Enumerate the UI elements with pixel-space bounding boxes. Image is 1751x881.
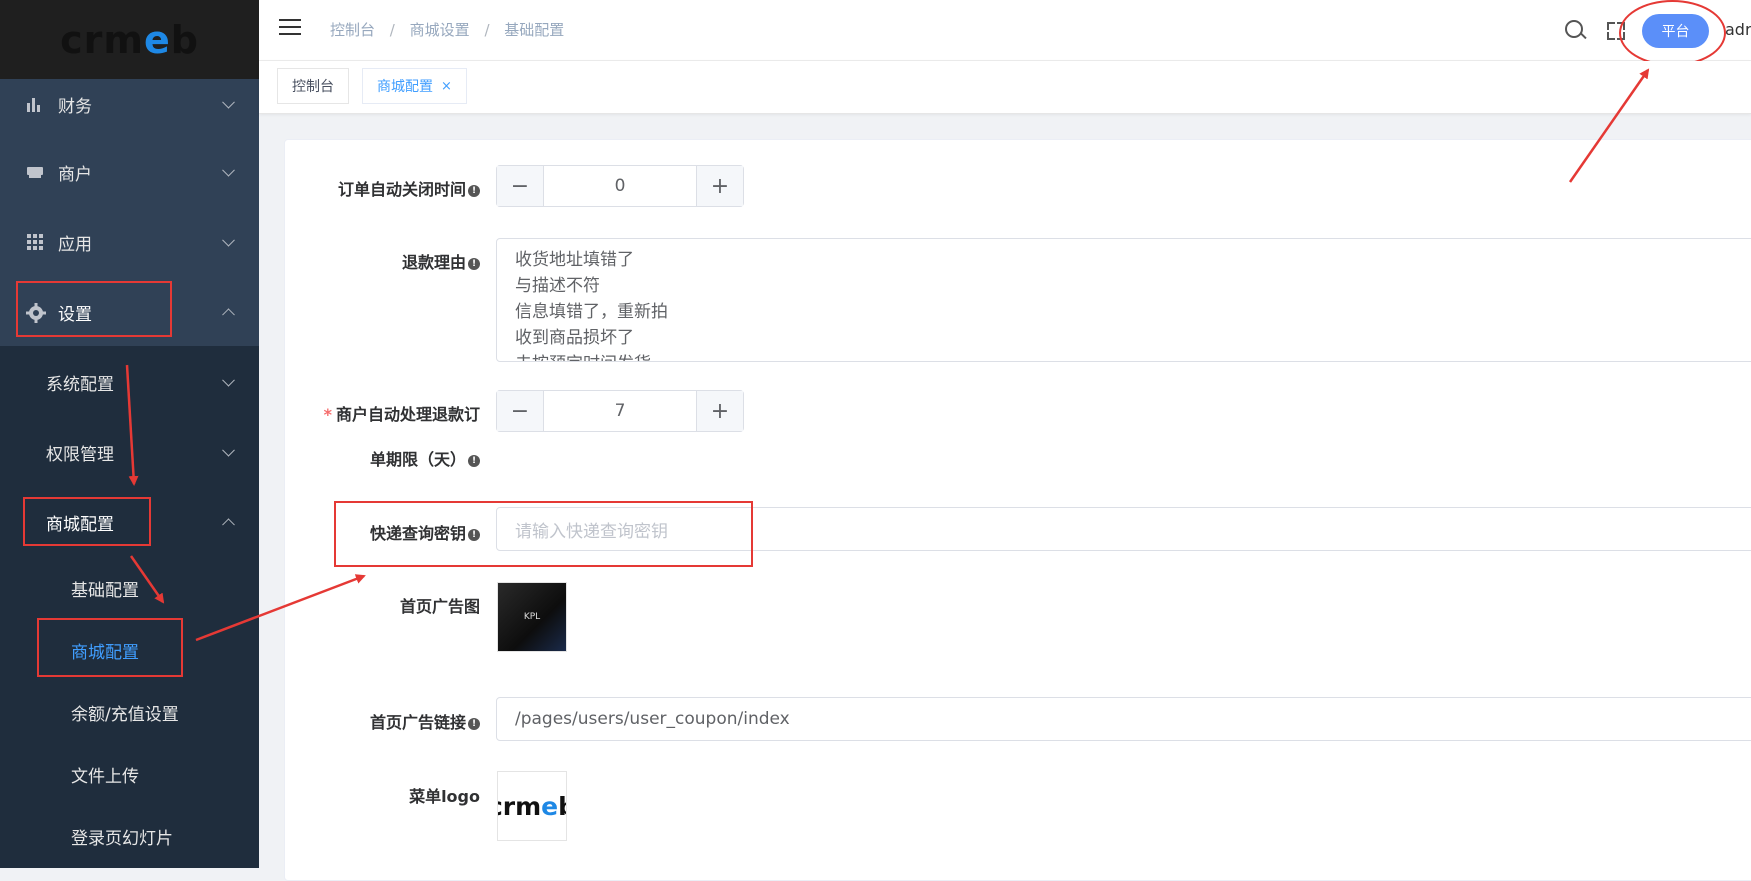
sidebar-sub-permissions[interactable]: 权限管理 bbox=[0, 421, 259, 483]
tabs-bar: 控制台 商城配置 × bbox=[259, 61, 1751, 114]
minus-button[interactable]: − bbox=[497, 166, 544, 206]
sidebar: crmeb 财务 商户 应用 设置 系统配置 权限管理 商城配置 基础配置 商城… bbox=[0, 0, 259, 868]
stepper-value[interactable]: 0 bbox=[544, 166, 696, 206]
sidebar-sub2-login-slides[interactable]: 登录页幻灯片 bbox=[0, 805, 259, 867]
info-icon[interactable]: ! bbox=[468, 257, 480, 270]
brand-logo[interactable]: crmeb bbox=[0, 0, 259, 79]
form-label-home-ad-image: 首页广告图 bbox=[399, 597, 480, 616]
bar-chart-icon bbox=[26, 95, 44, 113]
breadcrumb-item[interactable]: 控制台 bbox=[330, 21, 375, 39]
plus-button[interactable]: + bbox=[696, 166, 743, 206]
breadcrumb: 控制台 / 商城设置 / 基础配置 bbox=[330, 21, 565, 39]
annotation-box bbox=[23, 497, 151, 546]
sidebar-item-finance[interactable]: 财务 bbox=[0, 69, 259, 139]
form-label-refund-reason: 退款理由! bbox=[300, 249, 480, 273]
stepper-value[interactable]: 7 bbox=[544, 391, 696, 431]
chevron-down-icon bbox=[222, 443, 235, 457]
chevron-down-icon bbox=[222, 95, 235, 109]
chevron-down-icon bbox=[222, 233, 235, 247]
tab-mall-config[interactable]: 商城配置 × bbox=[362, 68, 467, 104]
order-close-stepper[interactable]: − 0 + bbox=[496, 165, 744, 207]
home-ad-link-input[interactable]: /pages/users/user_coupon/index bbox=[496, 697, 1751, 741]
info-icon[interactable]: ! bbox=[468, 184, 480, 197]
annotation-box bbox=[16, 281, 172, 337]
sidebar-item-label: 应用 bbox=[58, 234, 92, 255]
refund-reason-textarea[interactable]: 收货地址填错了 与描述不符 信息填错了，重新拍 收到商品损坏了 未按预定时间发货 bbox=[496, 238, 1751, 362]
menu-toggle-icon[interactable] bbox=[279, 19, 301, 37]
close-icon[interactable]: × bbox=[441, 79, 452, 94]
breadcrumb-item[interactable]: 商城设置 bbox=[410, 21, 470, 39]
logo-text: crmeb bbox=[60, 17, 199, 62]
store-icon bbox=[26, 163, 44, 181]
sidebar-item-apps[interactable]: 应用 bbox=[0, 207, 259, 277]
info-icon[interactable]: ! bbox=[468, 717, 480, 730]
user-name[interactable]: adr bbox=[1725, 20, 1751, 39]
minus-button[interactable]: − bbox=[497, 391, 544, 431]
chevron-up-icon bbox=[222, 518, 235, 532]
form-label-auto-refund: * 商户自动处理退款订 bbox=[323, 405, 480, 424]
chevron-down-icon bbox=[222, 373, 235, 387]
top-header: 控制台 / 商城设置 / 基础配置 平台 adr bbox=[259, 0, 1751, 66]
chevron-up-icon bbox=[222, 308, 235, 322]
menu-logo-image[interactable]: crmeb bbox=[497, 771, 567, 841]
form-label-order-close: 订单自动关闭时间! bbox=[300, 176, 480, 200]
sidebar-item-label: 商户 bbox=[58, 164, 92, 185]
tab-dashboard[interactable]: 控制台 bbox=[277, 68, 349, 104]
annotation-ellipse bbox=[1619, 0, 1726, 66]
sidebar-item-label: 财务 bbox=[58, 96, 92, 117]
plus-button[interactable]: + bbox=[696, 391, 743, 431]
sidebar-sub2-balance-recharge[interactable]: 余额/充值设置 bbox=[0, 681, 259, 743]
sidebar-sub2-basic-config[interactable]: 基础配置 bbox=[0, 557, 259, 619]
info-icon[interactable]: ! bbox=[468, 454, 480, 467]
form-label-menu-logo: 菜单logo bbox=[409, 787, 480, 806]
grid-icon bbox=[26, 233, 44, 251]
breadcrumb-item: 基础配置 bbox=[504, 21, 565, 39]
form-label-home-ad-link: 首页广告链接! bbox=[300, 709, 480, 733]
annotation-box bbox=[334, 501, 753, 567]
sidebar-item-merchant[interactable]: 商户 bbox=[0, 137, 259, 207]
menu-logo-mark: crmeb bbox=[498, 791, 566, 821]
form-label-auto-refund-line2: 单期限（天）! bbox=[290, 446, 480, 470]
chevron-down-icon bbox=[222, 163, 235, 177]
auto-refund-stepper[interactable]: − 7 + bbox=[496, 390, 744, 432]
sidebar-sub2-file-upload[interactable]: 文件上传 bbox=[0, 743, 259, 805]
search-icon[interactable] bbox=[1565, 20, 1583, 38]
annotation-box bbox=[37, 618, 183, 677]
sidebar-sub-system-config[interactable]: 系统配置 bbox=[0, 351, 259, 413]
home-ad-image[interactable]: KPL bbox=[497, 582, 567, 652]
